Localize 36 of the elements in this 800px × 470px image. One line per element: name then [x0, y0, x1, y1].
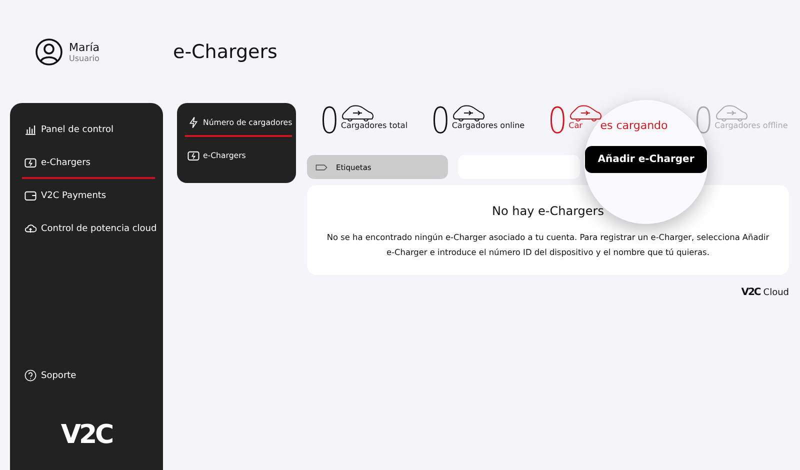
charger-icon	[187, 149, 200, 162]
page-title: e-Chargers	[173, 40, 278, 62]
stat-label: Cargadores online	[452, 121, 525, 130]
cloud-icon	[24, 222, 37, 235]
nav-item[interactable]: e-Chargers	[22, 150, 155, 179]
user-icon[interactable]	[35, 38, 63, 66]
nav-item[interactable]: Control de potencia cloud	[22, 216, 155, 245]
car-icon	[714, 103, 749, 123]
bolt-icon	[187, 116, 200, 129]
wallet-icon	[24, 189, 37, 202]
nav-item[interactable]: Panel de control	[22, 117, 155, 146]
stat-label: Cargadores total	[340, 121, 408, 130]
car-icon	[340, 103, 375, 123]
charger-icon	[24, 156, 37, 169]
nav-item[interactable]: V2C Payments	[22, 183, 155, 212]
stat-value: 0	[430, 103, 450, 141]
stat-value: 0	[320, 103, 340, 141]
add-charger-button[interactable]: Añadir e-Charger	[584, 146, 708, 173]
stat-label: es cargando	[600, 119, 668, 132]
stat-value: 0	[693, 103, 713, 141]
stat-value: 0	[547, 103, 567, 141]
car-icon	[452, 103, 486, 123]
brand-suffix: Cloud	[763, 288, 789, 298]
support-link[interactable]: Soporte	[22, 363, 155, 392]
help-icon	[24, 369, 37, 382]
search-field[interactable]	[458, 155, 580, 179]
user-name: María	[69, 40, 100, 54]
car-icon	[568, 103, 603, 123]
stat-label: Cargadores offline	[714, 121, 788, 130]
user-role: Usuario	[69, 54, 100, 62]
stat-label: Car	[568, 121, 584, 130]
logo: V2C	[60, 420, 112, 450]
brand-logo: V2C	[741, 287, 760, 298]
chart-icon	[24, 123, 37, 136]
empty-message: No se ha encontrado ningún e-Charger asociado a tu cuenta. Para registrar un e-Charger, selecciona Añadir e-Charger e introduce el número ID del dispositivo y el nombre que tú quieras.	[326, 231, 770, 259]
empty-title: No hay e-Chargers	[492, 204, 604, 218]
